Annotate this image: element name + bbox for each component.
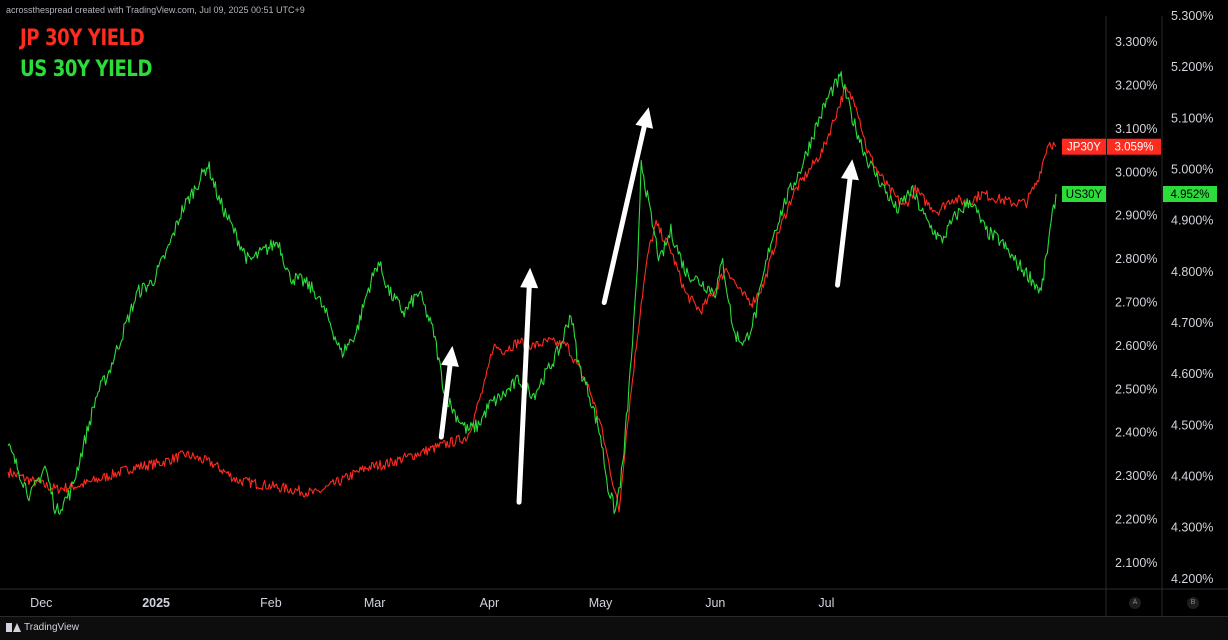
last-value-us30y: 4.952% <box>1163 186 1217 202</box>
x-tick-apr: Apr <box>480 596 499 610</box>
y-tick-jp-2400: 2.400% <box>1115 426 1157 440</box>
x-tick-jul: Jul <box>818 596 834 610</box>
chart-background <box>0 0 1228 616</box>
y-tick-us-5200: 5.200% <box>1171 60 1213 74</box>
y-tick-jp-3300: 3.300% <box>1115 35 1157 49</box>
y-tick-us-4200: 4.200% <box>1171 572 1213 586</box>
series-tag-jp30y: JP30Y <box>1062 138 1106 155</box>
y-tick-us-4700: 4.700% <box>1171 316 1213 330</box>
y-tick-jp-2600: 2.600% <box>1115 339 1157 353</box>
tradingview-logo-icon <box>6 623 21 632</box>
y-tick-jp-3000: 3.000% <box>1115 165 1157 179</box>
last-value-jp30y: 3.059% <box>1107 138 1161 155</box>
tradingview-brand-label: TradingView <box>24 622 80 633</box>
legend-jp-30y: JP 30Y YIELD <box>20 26 145 51</box>
y-tick-jp-2300: 2.300% <box>1115 469 1157 483</box>
x-tick-2025: 2025 <box>142 596 170 610</box>
y-tick-us-4800: 4.800% <box>1171 265 1213 279</box>
x-tick-jun: Jun <box>705 596 725 610</box>
y-tick-us-5000: 5.000% <box>1171 163 1213 177</box>
y-tick-jp-2500: 2.500% <box>1115 382 1157 396</box>
axis-button-a[interactable]: A <box>1129 597 1141 609</box>
y-tick-jp-2700: 2.700% <box>1115 296 1157 310</box>
y-tick-jp-2100: 2.100% <box>1115 556 1157 570</box>
y-tick-us-4300: 4.300% <box>1171 521 1213 535</box>
svg-text:3.059%: 3.059% <box>1114 142 1153 154</box>
x-tick-dec: Dec <box>30 596 52 610</box>
x-tick-feb: Feb <box>260 596 282 610</box>
svg-text:JP30Y: JP30Y <box>1067 142 1101 154</box>
footer-bar: TradingView <box>0 616 1228 640</box>
chart-credit: acrossthespread created with TradingView… <box>6 5 305 15</box>
yield-chart[interactable]: 2.100% 2.200% 2.300% 2.400% 2.500% 2.600% 2.70… <box>0 0 1228 616</box>
y-tick-jp-3200: 3.200% <box>1115 79 1157 93</box>
y-tick-us-4600: 4.600% <box>1171 367 1213 381</box>
y-tick-jp-2900: 2.900% <box>1115 209 1157 223</box>
y-tick-jp-2800: 2.800% <box>1115 252 1157 266</box>
y-tick-jp-2200: 2.200% <box>1115 513 1157 527</box>
x-tick-mar: Mar <box>364 596 386 610</box>
svg-text:US30Y: US30Y <box>1066 189 1103 201</box>
y-tick-us-4900: 4.900% <box>1171 214 1213 228</box>
tradingview-logo[interactable]: TradingView <box>6 622 79 633</box>
x-tick-may: May <box>589 596 613 610</box>
svg-text:4.952%: 4.952% <box>1170 189 1209 201</box>
legend-us-30y: US 30Y YIELD <box>20 57 153 82</box>
y-tick-jp-3100: 3.100% <box>1115 122 1157 136</box>
series-tag-us30y: US30Y <box>1062 186 1106 202</box>
y-tick-us-5100: 5.100% <box>1171 111 1213 125</box>
y-tick-us-4400: 4.400% <box>1171 469 1213 483</box>
y-tick-us-5300: 5.300% <box>1171 9 1213 23</box>
y-tick-us-4500: 4.500% <box>1171 418 1213 432</box>
axis-button-b[interactable]: B <box>1187 597 1199 609</box>
